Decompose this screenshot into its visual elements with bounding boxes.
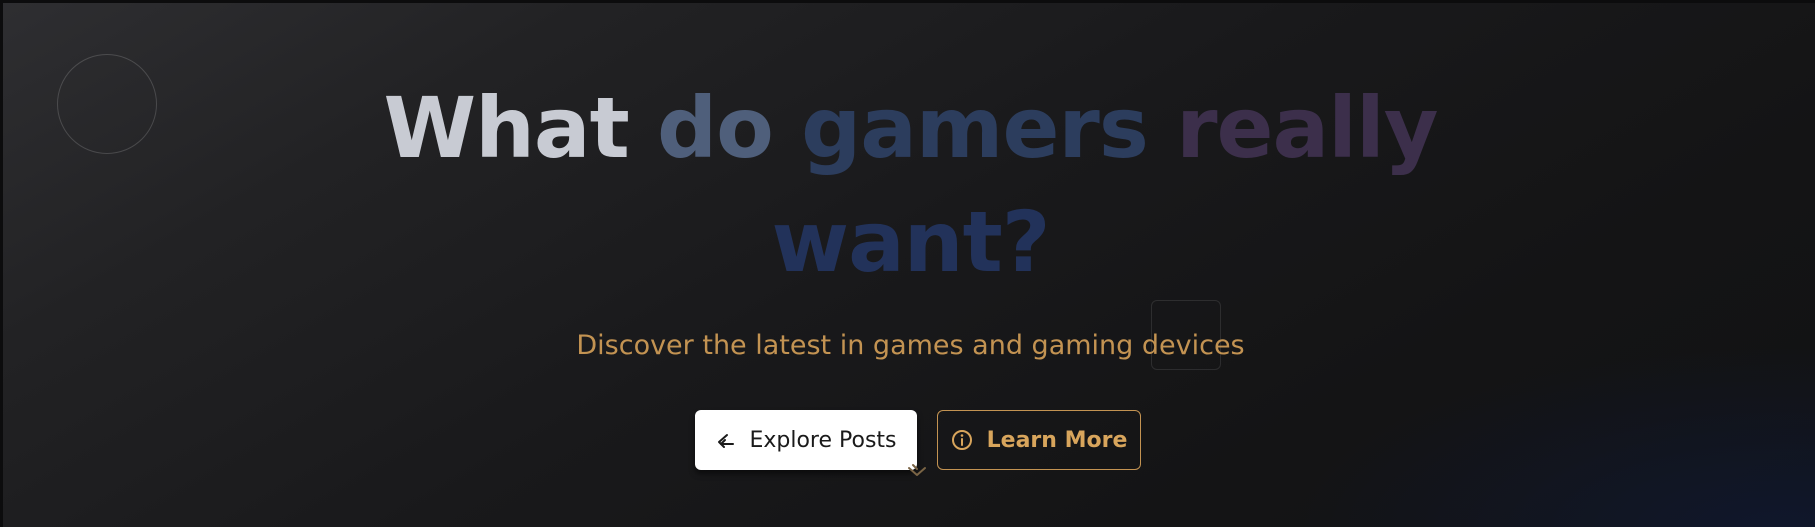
headline-word: do: [657, 79, 774, 177]
chevron-down-icon[interactable]: [904, 461, 930, 483]
hero-section: What do gamers really want? Discover the…: [0, 0, 1815, 527]
headline-word: really: [1176, 79, 1438, 177]
headline-line-1: What do gamers really: [3, 71, 1815, 185]
explore-posts-label: Explore Posts: [749, 427, 897, 453]
headline-word: gamers: [801, 79, 1149, 177]
arrow-icon: [715, 431, 735, 449]
headline-word: want?: [771, 193, 1051, 291]
learn-more-label: Learn More: [986, 427, 1128, 453]
learn-more-button[interactable]: Learn More: [937, 410, 1141, 470]
hero-headline: What do gamers really want?: [3, 71, 1815, 299]
headline-word: What: [383, 79, 629, 177]
hero-subtitle: Discover the latest in games and gaming …: [576, 330, 1245, 361]
info-icon: [951, 429, 973, 451]
headline-line-2: want?: [3, 185, 1815, 299]
explore-posts-button[interactable]: Explore Posts: [695, 410, 917, 470]
